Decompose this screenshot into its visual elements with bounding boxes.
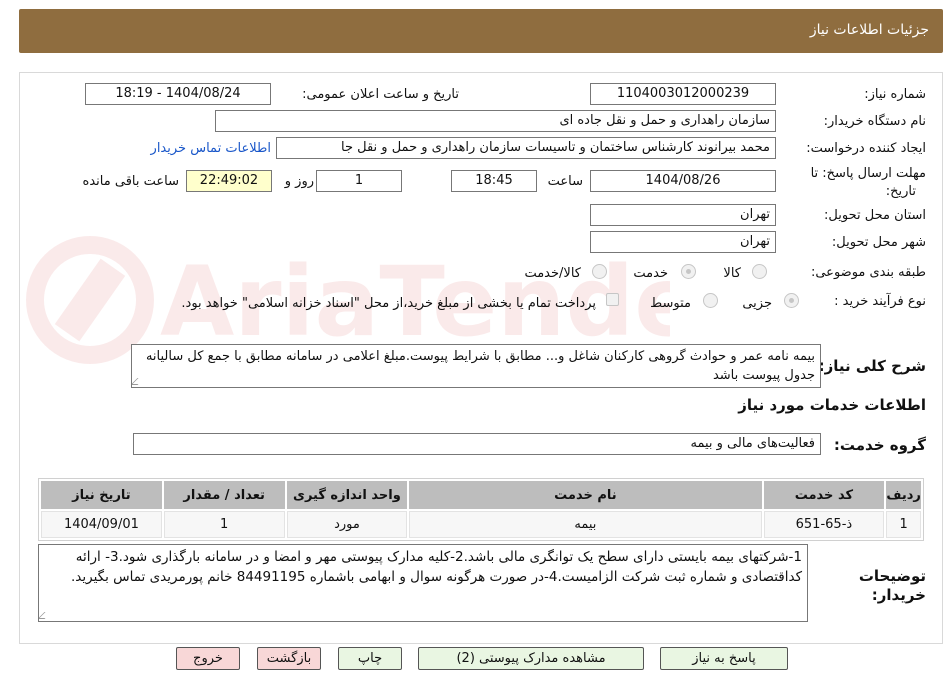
page-title: جزئیات اطلاعات نیاز [809,22,929,38]
exit-button[interactable]: خروج [176,647,240,670]
city-label: شهر محل تحویل: [831,235,926,250]
process-type-label: نوع فرآیند خرید : [834,294,926,309]
cell-need-date: 1404/09/01 [41,511,162,538]
deadline-time-field: 18:45 [451,170,537,192]
back-button[interactable]: بازگشت [257,647,321,670]
col-row: ردیف [886,481,921,509]
reply-button[interactable]: پاسخ به نیاز [660,647,788,670]
buyer-notes-label: توضیحات [858,567,926,585]
buyer-notes-text: 1-شرکتهای بیمه بایستی دارای سطح یک توانگ… [71,549,802,585]
table-row: 1 ذ-65-651 بیمه مورد 1 1404/09/01 [41,511,921,538]
category-option-service: خدمت [633,266,668,281]
col-quantity: تعداد / مقدار [163,481,285,509]
city-field: تهران [590,231,776,253]
description-textarea: بیمه نامه عمر و حوادث گروهی کارکنان شاغل… [131,344,821,388]
resize-handle-icon[interactable] [39,612,52,619]
treasury-checkbox[interactable] [606,293,619,306]
category-radio-goods-service[interactable] [592,264,607,279]
description-text: بیمه نامه عمر و حوادث گروهی کارکنان شاغل… [145,349,815,383]
service-group-field: فعالیت‌های مالی و بیمه [133,433,821,455]
process-radio-minor[interactable] [784,293,799,308]
buyer-contact-link[interactable]: اطلاعات تماس خریدار [151,141,271,156]
days-label: روز و [284,174,314,189]
days-field: 1 [316,170,402,192]
cell-unit: مورد [286,511,408,538]
services-section-title: اطلاعات خدمات مورد نیاز [738,396,926,414]
col-service-code: کد خدمت [763,481,885,509]
process-radio-medium[interactable] [703,293,718,308]
print-button[interactable]: چاپ [338,647,402,670]
buyer-notes-label-2: خریدار: [871,586,926,604]
need-number-label: شماره نیاز: [864,87,926,102]
cell-service-code: ذ-65-651 [763,511,885,538]
province-field: تهران [590,204,776,226]
process-option-medium: متوسط [650,296,691,311]
requester-field: محمد بیرانوند کارشناس ساختمان و تاسیسات … [276,137,776,159]
services-table: ردیف کد خدمت نام خدمت واحد اندازه گیری ت… [38,478,924,541]
process-option-minor: جزیی [742,296,772,311]
need-number-field: 1104003012000239 [590,83,776,105]
view-attachments-button[interactable]: مشاهده مدارک پیوستی (2) [418,647,644,670]
resize-handle-icon[interactable] [132,378,145,385]
service-group-label: گروه خدمت: [833,436,926,454]
cell-service-name: بیمه [409,511,762,538]
category-option-goods: کالا [723,266,741,281]
buyer-notes-textarea: 1-شرکتهای بیمه بایستی دارای سطح یک توانگ… [38,544,808,622]
deadline-label: مهلت ارسال پاسخ: تا [810,166,926,181]
cell-quantity: 1 [163,511,285,538]
remaining-time-label: ساعت باقی مانده [82,174,179,189]
deadline-time-label: ساعت [547,174,583,189]
services-table-header: ردیف کد خدمت نام خدمت واحد اندازه گیری ت… [41,481,921,509]
category-radio-service[interactable] [681,264,696,279]
col-need-date: تاریخ نیاز [41,481,162,509]
category-radio-goods[interactable] [752,264,767,279]
buyer-org-label: نام دستگاه خریدار: [823,114,926,129]
col-service-name: نام خدمت [409,481,762,509]
category-option-goods-service: کالا/خدمت [524,266,581,281]
remaining-time-field: 22:49:02 [186,170,272,192]
treasury-note: پرداخت تمام یا بخشی از مبلغ خرید،از محل … [181,296,596,311]
deadline-label-date: تاریخ: [885,184,916,199]
buyer-org-field: سازمان راهداری و حمل و نقل جاده ای [215,110,776,132]
category-label: طبقه بندی موضوعی: [810,265,926,280]
announce-field: 1404/08/24 - 18:19 [85,83,271,105]
cell-row: 1 [886,511,921,538]
announce-label: تاریخ و ساعت اعلان عمومی: [302,87,459,102]
deadline-date-field: 1404/08/26 [590,170,776,192]
province-label: استان محل تحویل: [824,208,926,223]
page-header: جزئیات اطلاعات نیاز [19,9,943,53]
description-label: شرح کلی نیاز: [818,357,926,375]
requester-label: ایجاد کننده درخواست: [806,141,926,156]
col-unit: واحد اندازه گیری [286,481,408,509]
